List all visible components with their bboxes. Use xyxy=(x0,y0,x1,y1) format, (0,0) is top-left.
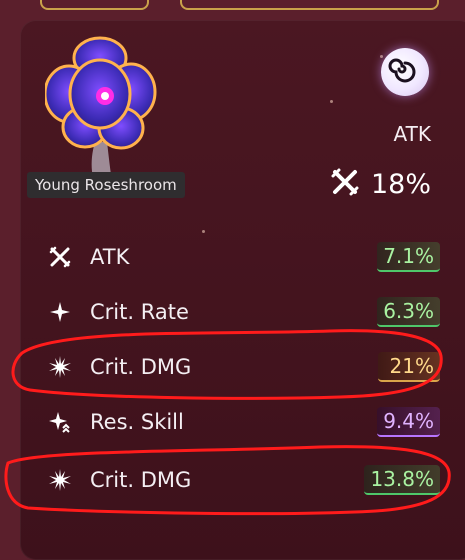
res-skill-icon xyxy=(48,410,72,434)
substat-value: 21% xyxy=(378,352,440,382)
substat-row: Crit. DMG 13.8% xyxy=(48,463,440,497)
burst-icon xyxy=(48,468,72,492)
crossed-swords-icon xyxy=(48,245,72,269)
crossed-swords-icon xyxy=(329,166,361,202)
tab-right[interactable] xyxy=(180,0,439,10)
substat-label: Crit. DMG xyxy=(90,355,192,379)
substat-label: Crit. DMG xyxy=(90,468,192,492)
substat-value: 9.4% xyxy=(377,407,440,437)
sparkle-decoration xyxy=(202,230,205,233)
top-tabs xyxy=(0,0,465,12)
substat-row: Res. Skill 9.4% xyxy=(48,405,440,439)
substat-value: 6.3% xyxy=(377,297,440,327)
main-stat-row: 18% xyxy=(329,166,431,202)
sparkle-star-icon xyxy=(48,300,72,324)
substat-label: Crit. Rate xyxy=(90,300,189,324)
substat-row: Crit. Rate 6.3% xyxy=(48,295,440,329)
item-name-label: Young Roseshroom xyxy=(27,172,185,198)
substat-label: ATK xyxy=(90,245,130,269)
spiral-icon[interactable] xyxy=(381,48,429,96)
main-stat-value: 18% xyxy=(370,168,431,200)
burst-icon xyxy=(48,355,72,379)
substat-value: 7.1% xyxy=(377,242,440,272)
substat-row: ATK 7.1% xyxy=(48,240,440,274)
sparkle-decoration xyxy=(330,100,333,103)
substat-label: Res. Skill xyxy=(90,410,184,434)
substat-row: Crit. DMG 21% xyxy=(48,350,440,384)
tab-left[interactable] xyxy=(40,0,149,10)
substat-value: 13.8% xyxy=(364,465,440,495)
main-stat-name: ATK xyxy=(393,122,431,146)
